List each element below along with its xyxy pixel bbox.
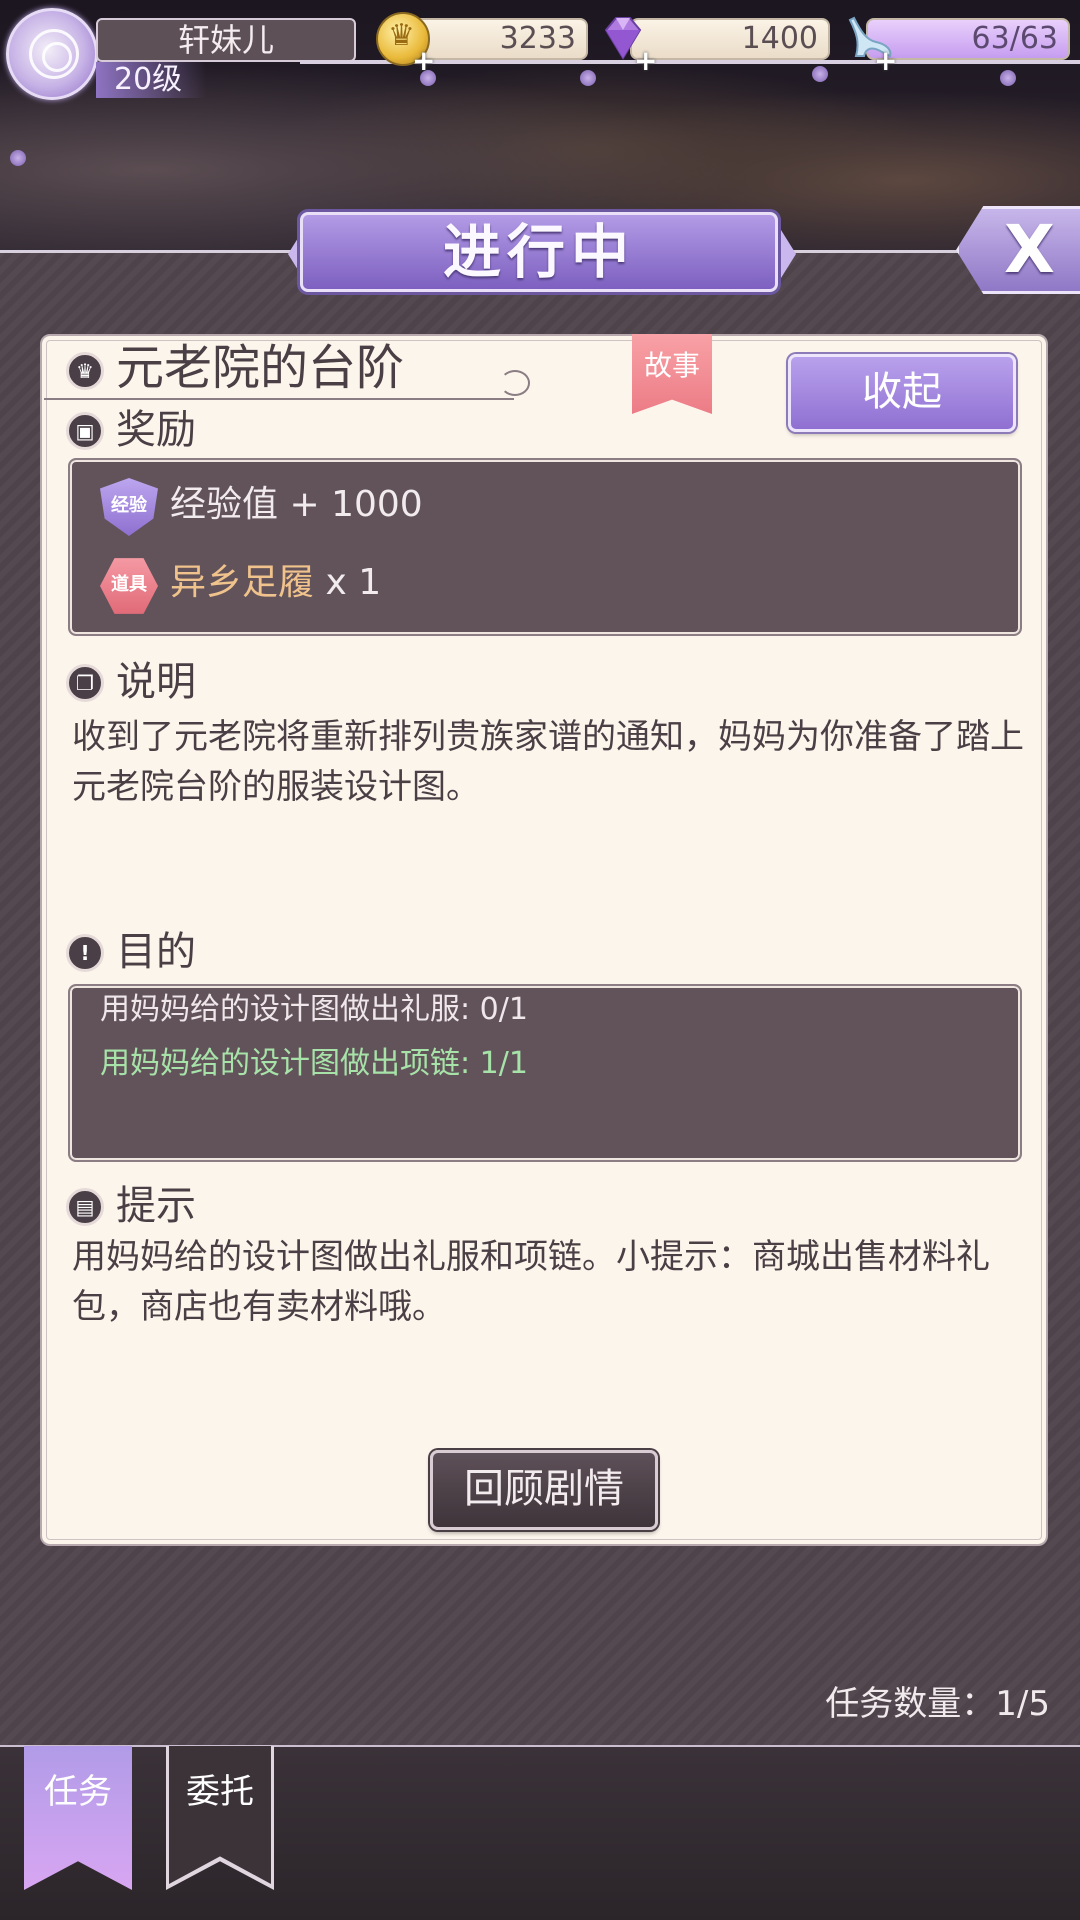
rose-decoration xyxy=(10,150,26,166)
reward-exp-amount: + 1000 xyxy=(289,484,423,525)
title-underline xyxy=(44,398,514,400)
objective-item: 用妈妈给的设计图做出礼服: 0/1 xyxy=(100,992,528,1027)
rose-decoration xyxy=(812,66,828,82)
rose-decoration xyxy=(580,70,596,86)
swirl-decoration xyxy=(500,370,530,396)
tab-tasks-label: 任务 xyxy=(44,1772,112,1812)
add-gold-button[interactable]: + xyxy=(412,44,435,77)
exclamation-icon: ! xyxy=(66,934,104,972)
task-count: 任务数量：1/5 xyxy=(825,1684,1050,1724)
reward-exp: 经验值 + 1000 xyxy=(170,480,423,530)
book-icon: ❐ xyxy=(66,664,104,702)
description-text: 收到了元老院将重新排列贵族家谱的通知，妈妈为你准备了踏上元老院台阶的服装设计图。 xyxy=(72,717,1024,807)
add-gems-button[interactable]: + xyxy=(634,44,657,77)
player-name: 轩妹儿 xyxy=(96,18,356,62)
objective-item-completed: 用妈妈给的设计图做出项链: 1/1 xyxy=(100,1046,528,1081)
gift-box-icon: ▣ xyxy=(66,412,104,450)
note-icon: ▤ xyxy=(66,1188,104,1226)
add-stamina-button[interactable]: + xyxy=(874,44,897,77)
collapse-button[interactable]: 收起 xyxy=(788,354,1016,432)
reward-item-amount: x 1 xyxy=(325,562,382,603)
reward-exp-label: 经验值 xyxy=(170,484,279,525)
reward-item[interactable]: 异乡足履 x 1 xyxy=(170,558,381,608)
rose-icon xyxy=(29,29,79,79)
player-level: 20级 xyxy=(96,62,206,98)
hint-text: 用妈妈给的设计图做出礼服和项链。小提示：商城出售材料礼包，商店也有卖材料哦。 xyxy=(72,1237,990,1327)
bottom-bar-background xyxy=(0,1745,1080,1920)
reward-section-title: 奖励 xyxy=(116,407,196,453)
hint-section-title: 提示 xyxy=(116,1183,196,1229)
player-avatar[interactable] xyxy=(6,8,98,100)
review-story-button[interactable]: 回顾剧情 xyxy=(430,1450,658,1530)
reward-item-name: 异乡足履 xyxy=(170,562,315,603)
ribbon-cap-right xyxy=(776,222,796,286)
quest-title: 元老院的台阶 xyxy=(116,340,405,396)
description-section-title: 说明 xyxy=(116,659,196,705)
rose-decoration xyxy=(1000,70,1016,86)
page-title: 进行中 xyxy=(300,212,778,292)
crown-icon: ♛ xyxy=(66,352,104,390)
gem-counter: 1400 xyxy=(630,18,830,60)
objective-section-title: 目的 xyxy=(116,929,196,975)
tab-commissions-label: 委托 xyxy=(186,1772,254,1812)
gold-counter: 3233 xyxy=(410,18,588,60)
